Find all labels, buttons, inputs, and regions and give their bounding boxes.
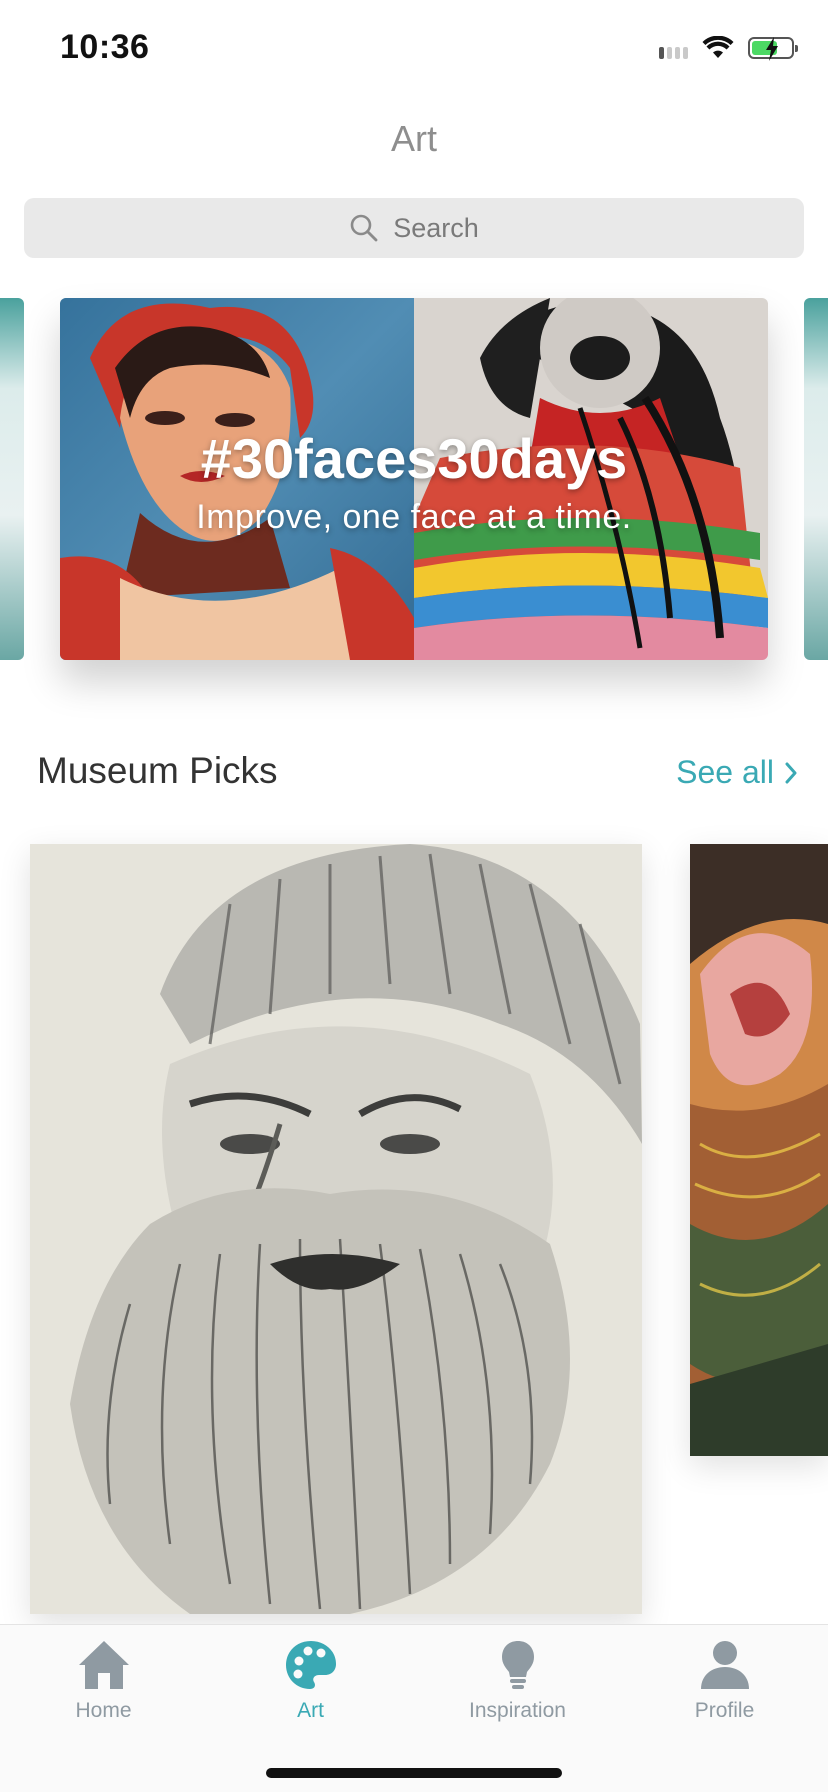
banner-next-peek[interactable] (804, 298, 828, 660)
person-icon (700, 1641, 749, 1689)
see-all-label: See all (676, 754, 774, 790)
banner-title: #30faces30days (200, 427, 628, 490)
search-placeholder: Search (393, 212, 479, 243)
colored-portrait-artwork (690, 844, 828, 1456)
lightbulb-icon (501, 1641, 534, 1689)
palette-icon (285, 1641, 336, 1689)
cellular-signal-icon (659, 37, 688, 59)
tab-home-label: Home (75, 1699, 132, 1722)
tab-inspiration[interactable]: Inspiration (414, 1639, 621, 1739)
home-icon (78, 1641, 129, 1689)
art-card-pencil-portrait[interactable] (30, 844, 642, 1614)
status-icons (659, 36, 798, 61)
section-title-museum-picks: Museum Picks (37, 750, 278, 791)
challenge-banner[interactable]: #30faces30days Improve, one face at a ti… (60, 298, 768, 660)
art-screen: 10:36 Art Search #30faces30days Improve,… (0, 0, 828, 1792)
tab-inspiration-label: Inspiration (469, 1699, 566, 1722)
tab-home[interactable]: Home (0, 1639, 207, 1739)
tab-art-label: Art (297, 1699, 324, 1722)
status-bar: 10:36 (0, 0, 828, 100)
tab-profile-label: Profile (694, 1699, 755, 1722)
page-title: Art (390, 118, 437, 159)
tab-profile[interactable]: Profile (621, 1639, 828, 1739)
tab-bar: Home Art Inspiration Profile (0, 1624, 828, 1792)
see-all-link[interactable]: See all (676, 754, 798, 791)
banner-subtitle: Improve, one face at a time. (196, 498, 632, 536)
home-indicator[interactable] (266, 1768, 562, 1778)
chevron-right-icon (785, 762, 797, 783)
banner-previous-peek[interactable] (0, 298, 24, 660)
art-card-colored-portrait[interactable] (690, 844, 828, 1456)
search-bar[interactable]: Search (24, 198, 804, 258)
battery-charging-icon (748, 37, 798, 61)
pencil-portrait-artwork (30, 844, 642, 1614)
wifi-icon (702, 36, 734, 58)
status-time: 10:36 (60, 28, 150, 66)
tab-art[interactable]: Art (207, 1639, 414, 1739)
search-icon (350, 214, 378, 242)
